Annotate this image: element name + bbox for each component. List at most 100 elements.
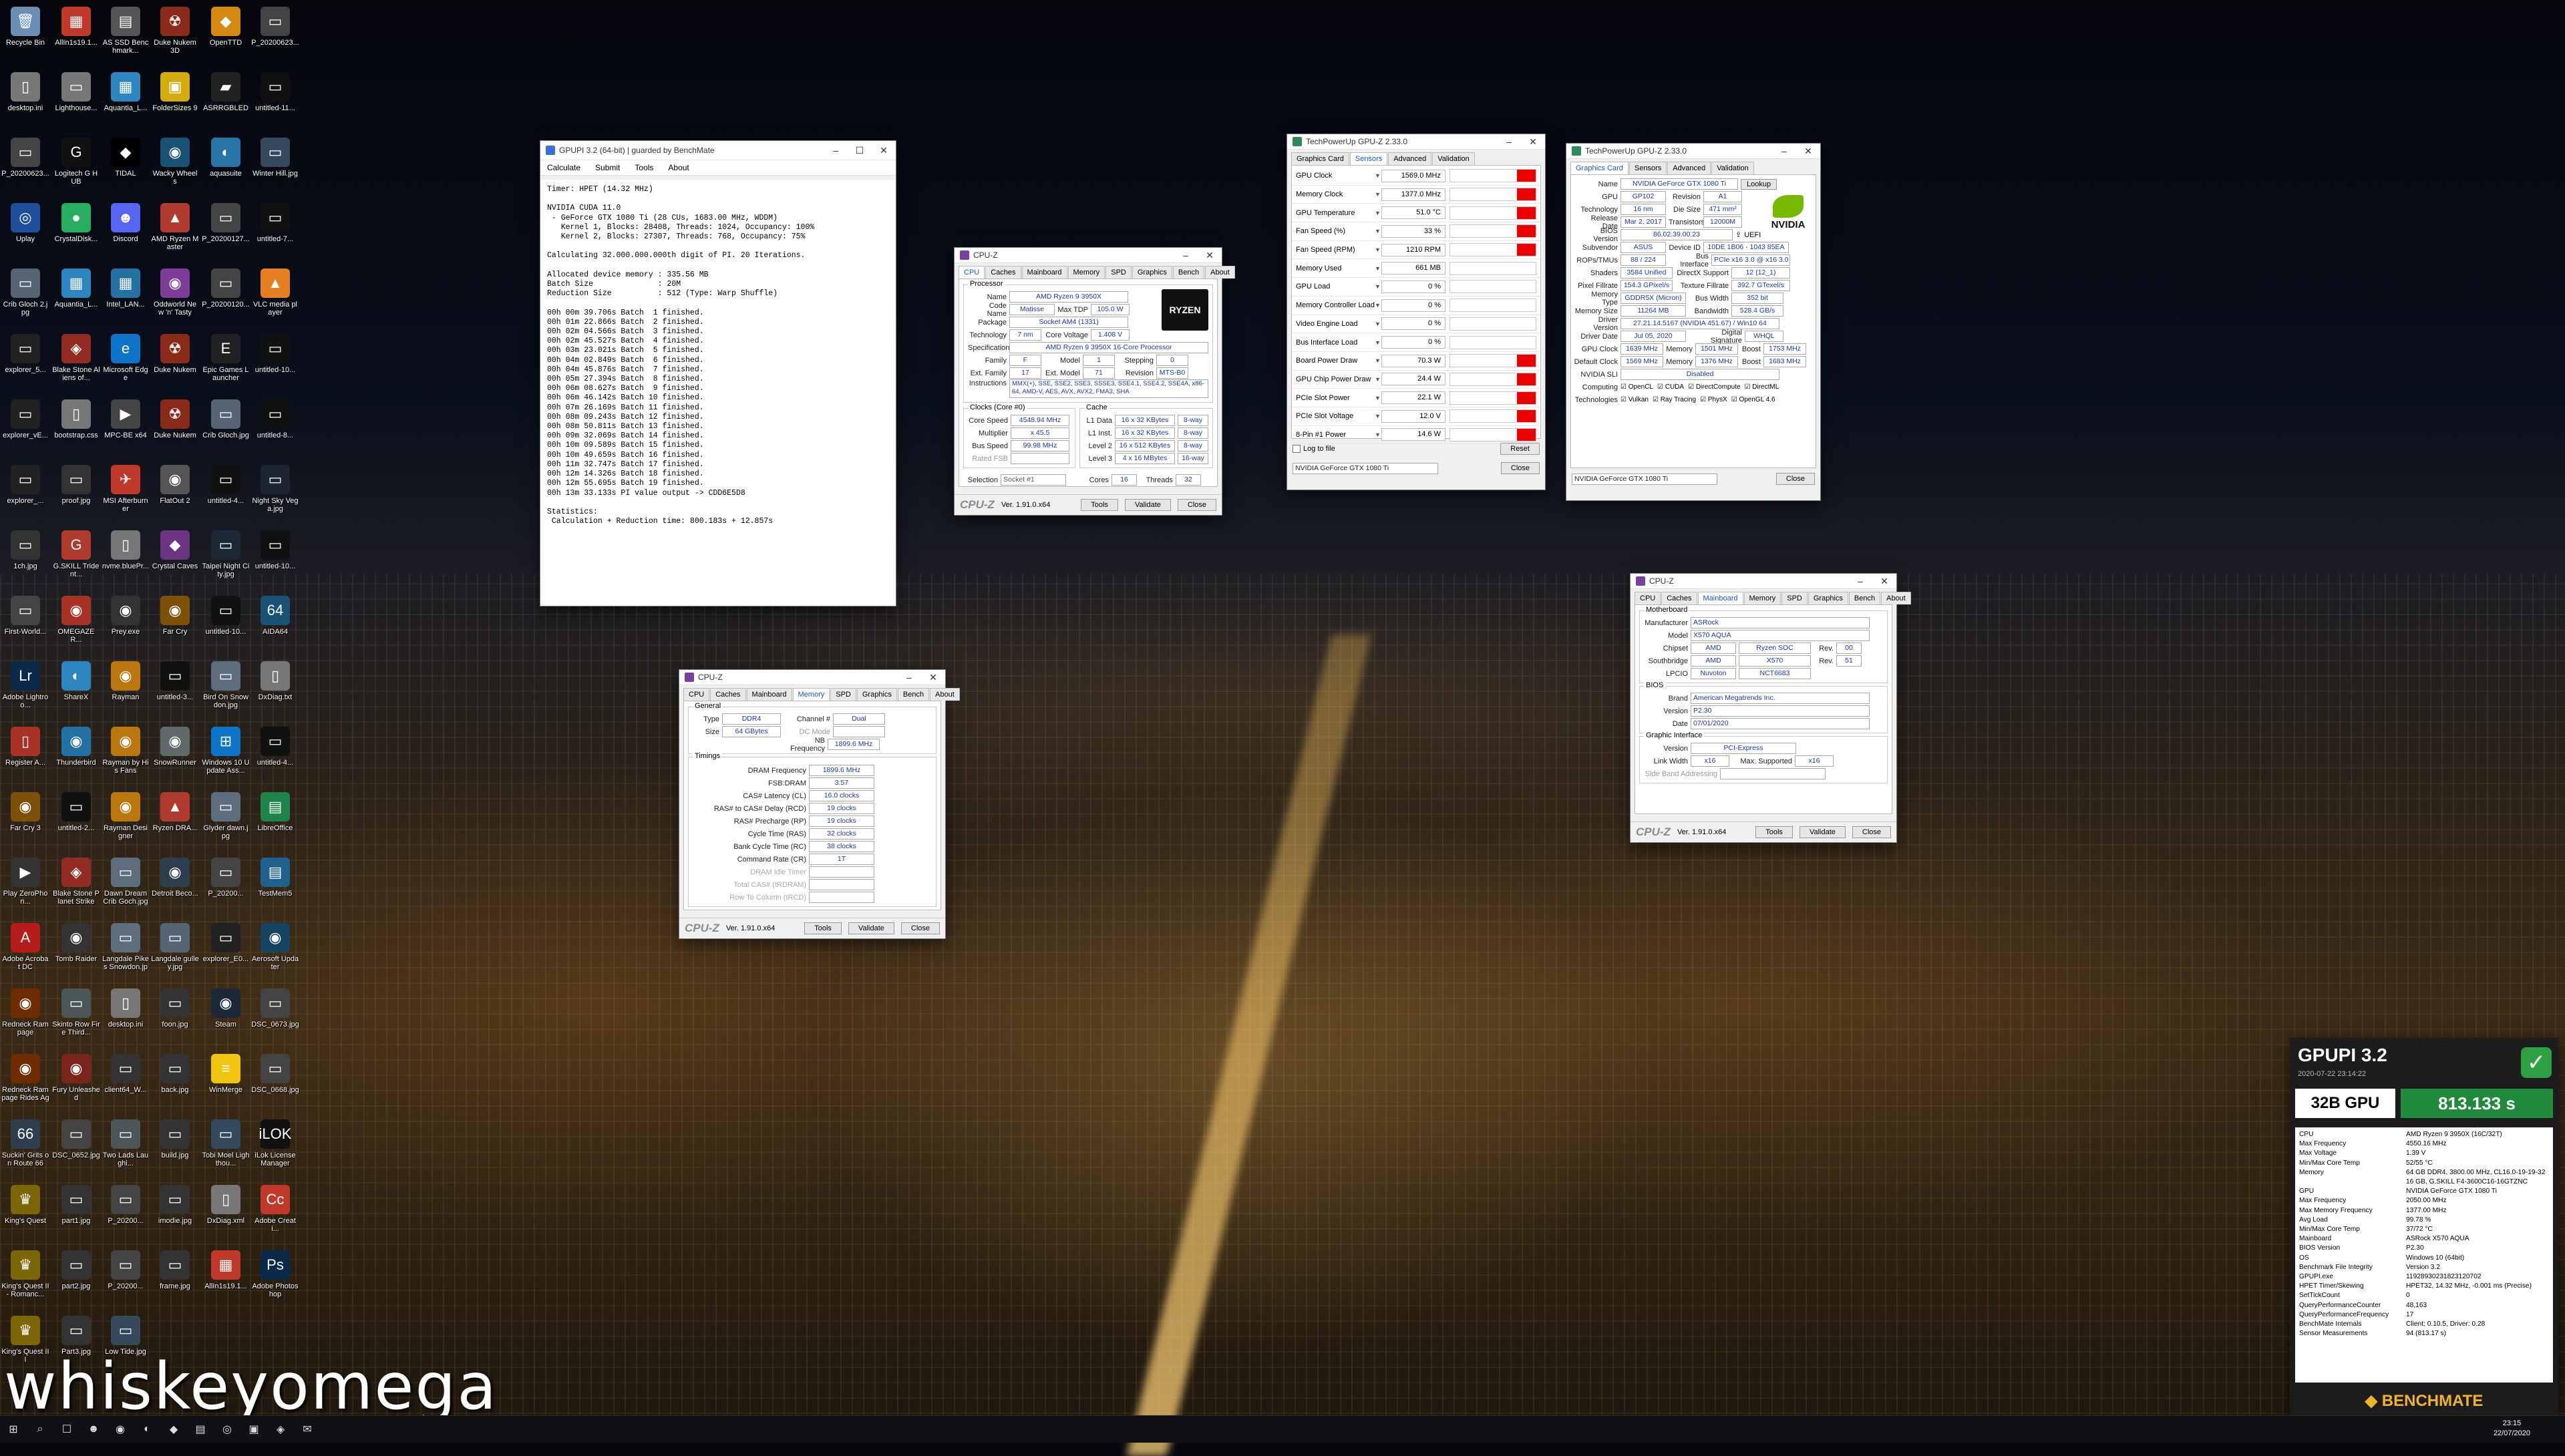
taskbar-app-icon[interactable]: ✉ [294,1416,321,1443]
desktop-icon[interactable]: ▭ explorer_5... [1,334,49,374]
lookup-button[interactable]: Lookup [1741,178,1777,190]
desktop-icon[interactable]: ▭ First-World... [1,596,49,636]
close-icon[interactable]: ✕ [1198,250,1222,261]
desktop-icon[interactable]: ▭ 1ch.jpg [1,530,49,570]
tab-graphics[interactable]: Graphics [856,688,897,701]
sensor-dropdown-icon[interactable]: ▼ [1375,228,1381,234]
sensor-dropdown-icon[interactable]: ▼ [1375,302,1381,309]
desktop-icon[interactable]: ▭ part2.jpg [52,1250,100,1290]
tab-bench[interactable]: Bench [1172,266,1205,279]
desktop-icon[interactable]: ▭ untitled-4... [202,465,250,505]
tab-cpu[interactable]: CPU [1635,592,1661,604]
desktop-icon[interactable]: ◉ Thunderbird [52,727,100,767]
desktop-icon[interactable]: ▭ proof.jpg [52,465,100,505]
tab-mainboard[interactable]: Mainboard [1021,266,1067,279]
desktop-icon[interactable]: ▯ desktop.ini [102,988,150,1029]
desktop-icon[interactable]: ▭ untitled-10... [251,334,299,374]
desktop-icon[interactable]: ▦ Intel_LAN... [102,268,150,309]
desktop-icon[interactable]: ▭ Two Lads Laughi... [102,1119,150,1167]
close-icon[interactable]: ✕ [921,672,945,683]
maximize-icon[interactable]: ☐ [848,145,872,156]
tab-memory[interactable]: Memory [1067,266,1105,279]
desktop-icon[interactable]: ▯ DxDiag.xml [202,1185,250,1225]
menu-calculate[interactable]: Calculate [547,163,580,172]
tab-memory[interactable]: Memory [792,688,830,701]
cpuz-memory-titlebar[interactable]: CPU-Z – ✕ [679,670,945,685]
desktop-icon[interactable]: ▭ Crib Gloch 2.jpg [1,268,49,317]
desktop-icon[interactable]: ◉ Rayman Designer [102,792,150,840]
desktop-icon[interactable]: ▭ Langdale Pikes Snowdon.jpg [102,923,150,971]
desktop-icon[interactable]: ▭ build.jpg [151,1119,199,1159]
desktop-icon[interactable]: ▭ DSC_0668.jpg [251,1054,299,1094]
taskbar-app-icon[interactable]: ☻ [80,1416,107,1443]
desktop-icon[interactable]: ▶ Play ZeroPhon... [1,858,49,906]
desktop-icon[interactable]: ▦ Aquantia_L... [52,268,100,309]
desktop-icon[interactable]: ● CrystalDisk... [52,203,100,243]
close-button[interactable]: Close [1775,473,1815,485]
desktop-icon[interactable]: Lr Adobe Lightroo... [1,661,49,709]
sensor-dropdown-icon[interactable]: ▼ [1375,283,1381,290]
desktop-icon[interactable]: ▰ ASRRGBLED [202,72,250,112]
desktop-icon[interactable]: ◈ Blake Stone Aliens of... [52,334,100,382]
close-icon[interactable]: ✕ [1872,576,1896,587]
sensor-dropdown-icon[interactable]: ▼ [1375,191,1381,198]
desktop-icon[interactable]: ▭ explorer_vE... [1,399,49,439]
desktop-icon[interactable]: ◉ FlatOut 2 [151,465,199,505]
desktop-icon[interactable]: ▯ desktop.ini [1,72,49,112]
taskbar-clock[interactable]: 23:15 22/07/2020 [2494,1419,2530,1439]
desktop-icon[interactable]: Cc Adobe Creati... [251,1185,299,1233]
desktop-icon[interactable]: ▯ DxDiag.txt [251,661,299,701]
tab-spd[interactable]: SPD [830,688,856,701]
sensor-dropdown-icon[interactable]: ▼ [1375,339,1381,346]
gpupi-titlebar[interactable]: GPUPI 3.2 (64-bit) | guarded by BenchMat… [540,141,896,160]
desktop-icon[interactable]: ▯ Register A... [1,727,49,767]
desktop-icon[interactable]: ◉ Redneck Rampage Rides Again [1,1054,49,1102]
tab-advanced[interactable]: Advanced [1388,152,1432,165]
desktop-icon[interactable]: ☢ Duke Nukem [151,334,199,374]
menu-submit[interactable]: Submit [595,163,620,172]
tab-bench[interactable]: Bench [897,688,930,701]
validate-button[interactable]: Validate [848,922,894,934]
desktop-icon[interactable]: ▭ untitled-3... [151,661,199,701]
desktop-icon[interactable]: ◉ OMEGAZER... [52,596,100,644]
desktop-icon[interactable]: ▭ P_20200623... [1,138,49,178]
gpuz-sensors-titlebar[interactable]: TechPowerUp GPU-Z 2.33.0 – ✕ [1287,134,1545,150]
desktop-icon[interactable]: ▭ P_20200... [102,1250,150,1290]
tab-about[interactable]: About [1205,266,1235,279]
tab-spd[interactable]: SPD [1105,266,1132,279]
desktop-icon[interactable]: ▭ back.jpg [151,1054,199,1094]
desktop-icon[interactable]: 🗑 Recycle Bin [1,7,49,47]
desktop-icon[interactable]: ▭ Langdale gulley.jpg [151,923,199,971]
tab-caches[interactable]: Caches [985,266,1021,279]
desktop-icon[interactable]: ▭ untitled-4... [251,727,299,767]
sensor-dropdown-icon[interactable]: ▼ [1375,265,1381,272]
desktop-icon[interactable]: ▭ DSC_0673.jpg [251,988,299,1029]
desktop-icon[interactable]: ▭ untitled-7... [251,203,299,243]
desktop-icon[interactable]: ▭ P_20200... [102,1185,150,1225]
gpu-select-dropdown[interactable]: NVIDIA GeForce GTX 1080 Ti [1293,462,1438,474]
desktop-icon[interactable]: ▭ Skinto Row Fire Third... [52,988,100,1037]
desktop-icon[interactable]: ▭ part1.jpg [52,1185,100,1225]
validate-button[interactable]: Validate [1799,826,1846,838]
sensor-dropdown-icon[interactable]: ▼ [1375,321,1381,327]
share-icon[interactable]: ⇪ [1735,230,1741,239]
desktop-icon[interactable]: ◈ Blake Stone Planet Strike [52,858,100,906]
tab-validation[interactable]: Validation [1711,162,1754,174]
minimize-icon[interactable]: – [1174,250,1198,260]
desktop-icon[interactable]: ▯ bootstrap.css [52,399,100,439]
desktop-icon[interactable]: ▤ LibreOffice [251,792,299,832]
sensor-dropdown-icon[interactable]: ▼ [1375,357,1381,364]
tab-graphics-card[interactable]: Graphics Card [1291,152,1349,165]
desktop-icon[interactable]: ▭ foon.jpg [151,988,199,1029]
log-checkbox[interactable] [1293,445,1301,453]
taskbar-app-icon[interactable]: ▣ [240,1416,267,1443]
tab-cpu[interactable]: CPU [683,688,710,701]
desktop-icon[interactable]: ▶ MPC-BE x64 [102,399,150,439]
reset-button[interactable]: Reset [1500,443,1540,455]
desktop-icon[interactable]: ▭ untitled-2... [52,792,100,832]
desktop-icon[interactable]: ▭ imodie.jpg [151,1185,199,1225]
desktop-icon[interactable]: ▭ Crib Gloch.jpg [202,399,250,439]
sensor-dropdown-icon[interactable]: ▼ [1375,395,1381,401]
desktop-icon[interactable]: E Epic Games Launcher [202,334,250,382]
tab-bench[interactable]: Bench [1848,592,1881,604]
